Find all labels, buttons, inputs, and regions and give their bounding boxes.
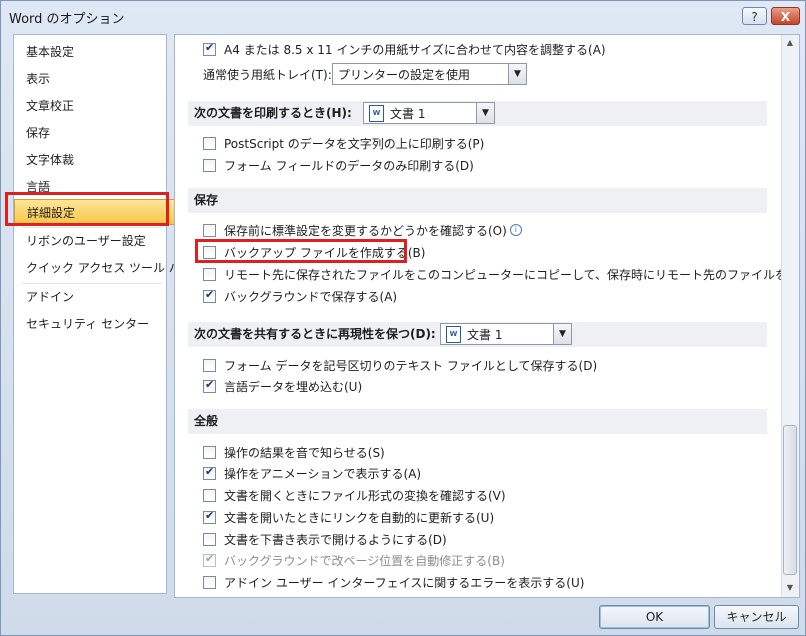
option-print-form-data-only[interactable]: フォーム フィールドのデータのみ印刷する(D) xyxy=(203,155,474,175)
info-icon: i xyxy=(509,224,522,236)
general-section-header: 全般 xyxy=(188,409,767,434)
cancel-button[interactable]: キャンセル xyxy=(714,605,799,629)
sidebar-item-typography[interactable]: 文字体裁 xyxy=(14,147,166,173)
paper-tray-row: 通常使う用紙トレイ(T): xyxy=(203,64,332,84)
option-feedback-animation[interactable]: 操作をアニメーションで表示する(A) xyxy=(203,463,421,483)
word-document-icon: W xyxy=(446,325,461,343)
options-content-panel: A4 または 8.5 x 11 インチの用紙サイズに合わせて内容を調整する(A)… xyxy=(174,34,800,598)
option-save-form-data-as-text[interactable]: フォーム データを記号区切りのテキスト ファイルとして保存する(D) xyxy=(203,355,597,375)
scroll-down-arrow-icon[interactable]: ▼ xyxy=(783,581,797,595)
option-prompt-before-saving-normal[interactable]: 保存前に標準設定を変更するかどうかを確認する(O) i xyxy=(203,220,522,240)
chevron-down-icon[interactable]: ▼ xyxy=(508,64,526,84)
option-background-save[interactable]: バックグラウンドで保存する(A) xyxy=(203,286,397,306)
paper-tray-label: 通常使う用紙トレイ(T): xyxy=(203,67,332,82)
title-bar: Word のオプション ? X xyxy=(1,1,805,31)
sidebar-item-save[interactable]: 保存 xyxy=(14,120,166,146)
option-allow-open-in-draft[interactable]: 文書を下書き表示で開けるようにする(D) xyxy=(203,529,447,549)
ok-button[interactable]: OK xyxy=(599,605,710,629)
checkbox[interactable] xyxy=(203,136,216,150)
chevron-down-icon[interactable]: ▼ xyxy=(553,324,571,344)
option-background-repagination: バックグラウンドで改ページ位置を自動修正する(B) xyxy=(203,550,505,570)
sidebar-item-quick-access-toolbar[interactable]: クイック アクセス ツール バー xyxy=(14,255,193,281)
save-section-header: 保存 xyxy=(188,188,767,213)
option-copy-remote-files[interactable]: リモート先に保存されたファイルをこのコンピューターにコピーして、保存時にリモート… xyxy=(203,264,799,284)
sidebar-item-trust-center[interactable]: セキュリティ センター xyxy=(14,311,166,337)
sidebar-item-customize-ribbon[interactable]: リボンのユーザー設定 xyxy=(14,228,166,254)
checkbox[interactable] xyxy=(203,532,216,546)
paper-tray-select[interactable]: プリンターの設定を使用 ▼ xyxy=(332,63,527,85)
scroll-up-arrow-icon[interactable]: ▲ xyxy=(783,36,797,50)
sidebar-item-addins[interactable]: アドイン xyxy=(14,284,166,310)
options-dialog: Word のオプション ? X 基本設定 表示 文章校正 保存 文字体裁 言語 … xyxy=(0,0,806,636)
checkbox[interactable] xyxy=(203,41,216,56)
print-doc-select[interactable]: W 文書 1 ▼ xyxy=(363,102,495,124)
category-sidebar: 基本設定 表示 文章校正 保存 文字体裁 言語 詳細設定 リボンのユーザー設定 … xyxy=(13,34,193,594)
checkbox[interactable] xyxy=(203,158,216,172)
checkbox[interactable] xyxy=(203,358,216,372)
chevron-down-icon[interactable]: ▼ xyxy=(476,103,494,123)
highlight-box-advanced xyxy=(5,192,169,226)
option-embed-linguistic-data[interactable]: 言語データを埋め込む(U) xyxy=(203,376,362,396)
help-button[interactable]: ? xyxy=(742,7,767,25)
option-feedback-sound[interactable]: 操作の結果を音で知らせる(S) xyxy=(203,442,385,462)
option-confirm-format-conversion[interactable]: 文書を開くときにファイル形式の変換を確認する(V) xyxy=(203,485,506,505)
sidebar-item-general[interactable]: 基本設定 xyxy=(14,39,166,65)
checkbox[interactable] xyxy=(203,509,216,524)
checkbox[interactable] xyxy=(203,223,216,237)
checkbox[interactable] xyxy=(203,267,216,281)
sidebar-item-display[interactable]: 表示 xyxy=(14,66,166,92)
scrollbar-thumb[interactable] xyxy=(783,425,797,575)
checkbox[interactable] xyxy=(203,488,216,502)
option-a4-resize[interactable]: A4 または 8.5 x 11 インチの用紙サイズに合わせて内容を調整する(A) xyxy=(203,39,606,59)
checkbox[interactable] xyxy=(203,465,216,480)
option-postscript-over-text[interactable]: PostScript のデータを文字列の上に印刷する(P) xyxy=(203,133,484,153)
highlight-box-backup xyxy=(195,239,407,263)
option-show-addin-ui-errors[interactable]: アドイン ユーザー インターフェイスに関するエラーを表示する(U) xyxy=(203,572,584,592)
close-button[interactable]: X xyxy=(771,7,800,25)
word-document-icon: W xyxy=(369,104,384,122)
checkbox[interactable] xyxy=(203,288,216,303)
checkbox[interactable] xyxy=(203,378,216,393)
sidebar-item-proofing[interactable]: 文章校正 xyxy=(14,93,166,119)
window-title: Word のオプション xyxy=(9,12,125,27)
checkbox xyxy=(203,552,216,567)
vertical-scrollbar[interactable]: ▲ ▼ xyxy=(781,35,799,597)
checkbox[interactable] xyxy=(203,575,216,589)
share-doc-select[interactable]: W 文書 1 ▼ xyxy=(440,323,572,345)
checkbox[interactable] xyxy=(203,445,216,459)
option-update-links-on-open[interactable]: 文書を開いたときにリンクを自動的に更新する(U) xyxy=(203,507,494,527)
